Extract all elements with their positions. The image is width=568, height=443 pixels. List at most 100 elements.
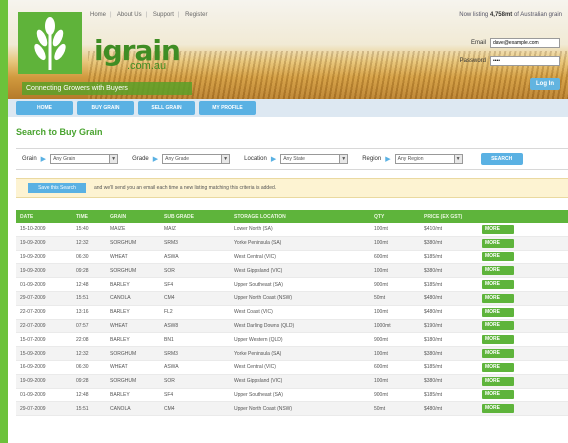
table-row[interactable]: 15-07-2009 22:08 BARLEY BN1 Upper Western (Q… [16, 333, 568, 348]
more-button[interactable]: MORE [482, 404, 514, 414]
email-field[interactable] [490, 38, 560, 48]
support-link[interactable]: Support [153, 12, 174, 18]
table-row[interactable]: 29-07-2009 15:51 CANOLA CM4 Upper North Coas… [16, 402, 568, 417]
region-select[interactable]: Any Region ▼ [394, 154, 463, 164]
column-header[interactable]: SUB GRADE [164, 214, 234, 220]
table-row[interactable]: 22-07-2009 13:16 BARLEY FL2 West Coast (VIC)… [16, 306, 568, 320]
password-row: Password [420, 56, 560, 66]
wheat-logo-icon[interactable] [18, 12, 82, 74]
location-cell: Upper Southeast (SA) [234, 391, 283, 398]
more-button[interactable]: MORE [482, 349, 514, 359]
tagline: Connecting Growers with Buyers [26, 85, 128, 92]
more-button[interactable]: MORE [482, 280, 514, 290]
save-search-button[interactable]: Save this Search [28, 183, 86, 193]
more-button[interactable]: MORE [482, 362, 514, 372]
table-row[interactable]: 01-09-2009 12:48 BARLEY SF4 Upper Southeast … [16, 389, 568, 403]
table-row[interactable]: 16-09-2009 06:30 WHEAT ASWA West Central (VI… [16, 361, 568, 375]
location-select[interactable]: Any State ▼ [280, 154, 349, 164]
grade-cell: SOR [164, 378, 175, 385]
nav-sell-grain[interactable]: SELL GRAIN [138, 101, 195, 115]
more-cell: MORE [482, 335, 518, 345]
date-cell: 29-07-2009 [20, 405, 46, 412]
grade-cell: FL2 [164, 309, 173, 316]
more-button[interactable]: MORE [482, 390, 514, 400]
more-button[interactable]: MORE [482, 376, 514, 386]
table-row[interactable]: 19-09-2009 09:28 SORGHUM SOR West Gippsland … [16, 264, 568, 279]
search-button[interactable]: SEARCH [480, 153, 523, 165]
more-cell: MORE [482, 362, 518, 372]
more-button[interactable]: MORE [482, 238, 514, 248]
more-button[interactable]: MORE [482, 293, 514, 303]
chevron-down-icon[interactable]: ▼ [109, 155, 118, 163]
table-row[interactable]: 29-07-2009 15:51 CANOLA CM4 Upper North Coas… [16, 291, 568, 306]
table-row[interactable]: 15-10-2009 15:40 MAIZE MAIZ Lower North (SA)… [16, 223, 568, 237]
more-cell: MORE [482, 224, 518, 234]
chevron-down-icon[interactable]: ▼ [453, 155, 462, 163]
region-label: Region [362, 156, 382, 162]
password-field[interactable] [490, 56, 560, 66]
more-button[interactable]: MORE [482, 224, 514, 234]
column-header[interactable]: TIME [76, 214, 110, 220]
table-row[interactable]: 19-09-2009 09:28 SORGHUM SOR West Gippsland … [16, 374, 568, 389]
save-search-alert: Save this Search and we'll send you an e… [16, 178, 568, 198]
column-header[interactable]: DATE [16, 214, 76, 220]
more-cell: MORE [482, 321, 518, 331]
column-header[interactable]: STORAGE LOCATION [234, 214, 374, 220]
grade-cell: SOR [164, 267, 175, 274]
more-cell: MORE [482, 404, 518, 414]
date-cell: 15-07-2009 [20, 336, 46, 343]
table-row[interactable]: 19-09-2009 06:30 WHEAT ASWA West Central (VI… [16, 251, 568, 265]
grain-cell: MAIZE [110, 226, 126, 233]
column-header[interactable]: PRICE (EX GST) [424, 214, 482, 220]
grain-cell: SORGHUM [110, 378, 137, 385]
arrow-right-icon: ▶ [152, 156, 159, 163]
results-table: DATE TIME GRAIN SUB GRADE STORAGE LOCATI… [16, 210, 568, 417]
more-cell: MORE [482, 238, 518, 248]
more-button[interactable]: MORE [482, 266, 514, 276]
chevron-down-icon[interactable]: ▼ [339, 155, 348, 163]
table-row[interactable]: 01-09-2009 12:48 BARLEY SF4 Upper Southeast … [16, 278, 568, 292]
column-header[interactable]: QTY [374, 214, 424, 220]
register-link[interactable]: Register [185, 12, 207, 18]
grade-select[interactable]: Any Grade ▼ [162, 154, 231, 164]
more-button[interactable]: MORE [482, 252, 514, 262]
table-row[interactable]: 15-09-2009 12:32 SORGHUM SRM3 Yorke Peninsul… [16, 347, 568, 361]
more-button[interactable]: MORE [482, 335, 514, 345]
listing-suffix: of Australian grain [513, 12, 562, 18]
location-cell: Yorke Peninsula (SA) [234, 240, 282, 247]
column-header[interactable]: GRAIN [110, 214, 164, 220]
location-cell: West Central (VIC) [234, 364, 276, 371]
grade-cell: SRM3 [164, 350, 178, 357]
more-button[interactable]: MORE [482, 321, 514, 331]
price-cell: $380/mt [424, 378, 443, 385]
table-row[interactable]: 19-09-2009 12:32 SORGHUM SRM3 Yorke Peninsul… [16, 236, 568, 251]
qty-cell: 900mt [374, 281, 388, 288]
grade-cell: ASWA [164, 364, 179, 371]
grain-select[interactable]: Any Grain ▼ [50, 154, 119, 164]
chevron-down-icon[interactable]: ▼ [221, 155, 230, 163]
date-cell: 01-09-2009 [20, 391, 46, 398]
time-cell: 09:28 [76, 267, 89, 274]
nav-home[interactable]: HOME [16, 101, 73, 115]
price-cell: $480/mt [424, 309, 443, 316]
nav-buy-grain[interactable]: BUY GRAIN [77, 101, 134, 115]
date-cell: 15-09-2009 [20, 350, 46, 357]
qty-cell: 100mt [374, 378, 388, 385]
grade-cell: ASW8 [164, 322, 179, 329]
logo-domain: .com.au [127, 60, 167, 72]
nav-my-profile[interactable]: MY PROFILE [199, 101, 256, 115]
grain-cell: WHEAT [110, 322, 128, 329]
table-row[interactable]: 22-07-2009 07:57 WHEAT ASW8 West Darling Dow… [16, 319, 568, 334]
home-link[interactable]: Home [90, 12, 106, 18]
about-link[interactable]: About Us [117, 12, 142, 18]
time-cell: 09:28 [76, 378, 89, 385]
more-cell: MORE [482, 376, 518, 386]
location-cell: Upper North Coast (NSW) [234, 405, 293, 412]
time-cell: 12:48 [76, 391, 89, 398]
login-button[interactable]: Log In [530, 78, 560, 90]
grain-cell: SORGHUM [110, 240, 137, 247]
price-cell: $380/mt [424, 267, 443, 274]
more-cell: MORE [482, 280, 518, 290]
more-button[interactable]: MORE [482, 307, 514, 317]
location-cell: Upper North Coast (NSW) [234, 295, 293, 302]
